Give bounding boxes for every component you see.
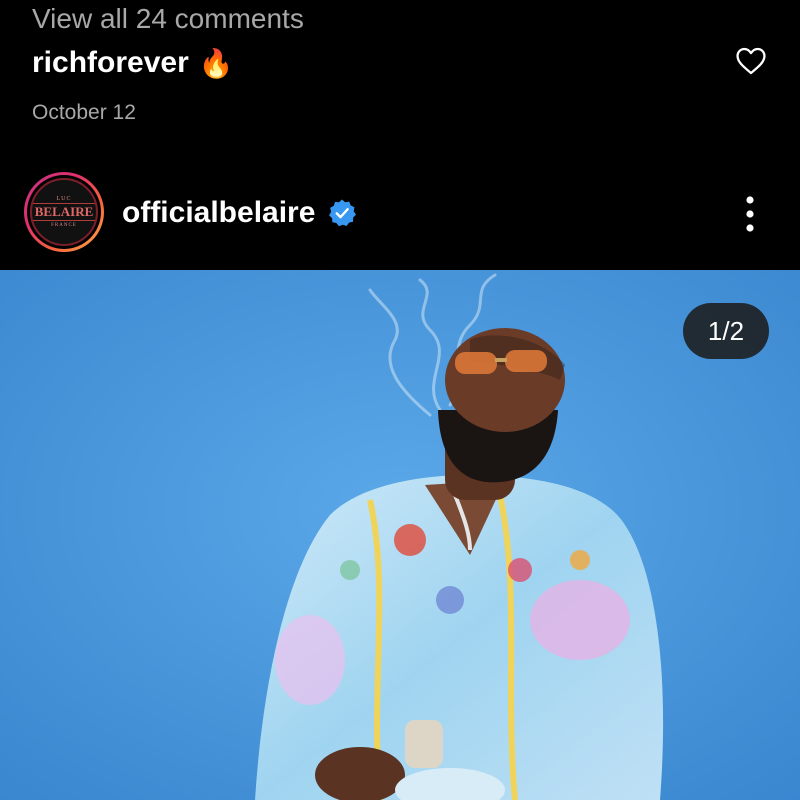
fire-emoji: 🔥: [198, 47, 234, 79]
comment-username[interactable]: richforever: [32, 46, 189, 80]
logo-top-text: LUC: [56, 196, 72, 202]
top-comment: richforever 🔥: [32, 46, 234, 80]
verified-badge-icon: [329, 199, 357, 227]
avatar[interactable]: LUC BELAIRE FRANCE: [24, 172, 104, 252]
logo-brand-text: BELAIRE: [32, 203, 96, 221]
post-photo: [0, 270, 800, 800]
more-vertical-icon[interactable]: [738, 192, 762, 236]
post-date: October 12: [32, 101, 136, 124]
post-username[interactable]: officialbelaire: [122, 196, 357, 230]
post-image[interactable]: 1/2: [0, 270, 800, 800]
heart-icon[interactable]: [734, 44, 768, 78]
image-counter-badge: 1/2: [683, 303, 769, 359]
view-all-comments-link[interactable]: View all 24 comments: [32, 3, 304, 35]
brand-logo: LUC BELAIRE FRANCE: [30, 178, 98, 246]
logo-bottom-text: FRANCE: [51, 223, 77, 228]
username-text: officialbelaire: [122, 196, 316, 229]
post-header: LUC BELAIRE FRANCE officialbelaire: [0, 162, 800, 270]
